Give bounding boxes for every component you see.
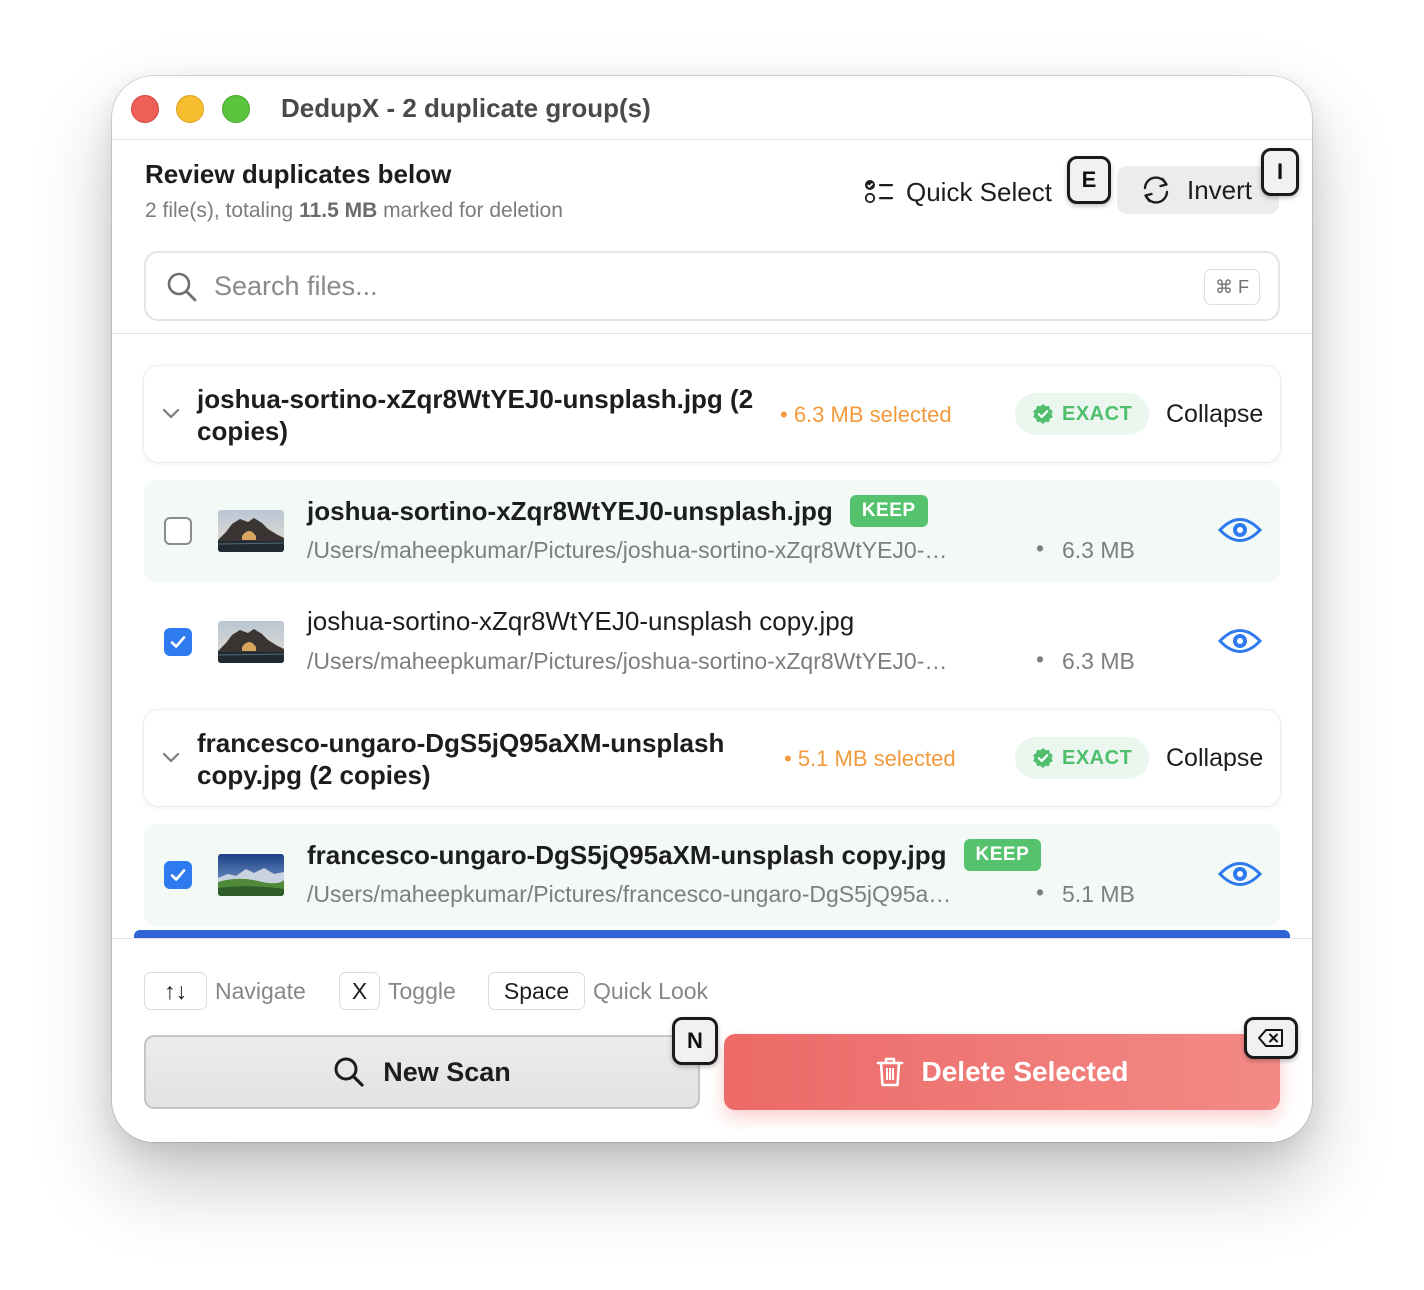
collapse-button[interactable]: Collapse bbox=[1166, 400, 1263, 429]
header-divider bbox=[112, 333, 1312, 334]
delete-selected-button[interactable]: Delete Selected bbox=[724, 1034, 1280, 1110]
collapse-button[interactable]: Collapse bbox=[1166, 744, 1263, 773]
checklist-icon bbox=[864, 180, 893, 204]
navigate-hint-label: Navigate bbox=[215, 978, 306, 1004]
window-title: DedupX - 2 duplicate group(s) bbox=[281, 93, 651, 123]
search-icon bbox=[167, 272, 197, 302]
exact-match-badge: EXACT bbox=[1015, 737, 1149, 779]
separator-dot: • bbox=[1036, 646, 1045, 672]
invert-shortcut-badge: I bbox=[1261, 148, 1299, 196]
image-thumbnail bbox=[218, 621, 284, 663]
file-size: 6.3 MB bbox=[1062, 648, 1135, 674]
file-size: 5.1 MB bbox=[1062, 881, 1135, 907]
invert-button[interactable]: Invert bbox=[1117, 166, 1279, 214]
file-checkbox[interactable] bbox=[164, 517, 192, 545]
summary-size: 11.5 MB bbox=[299, 199, 378, 222]
review-title: Review duplicates below bbox=[145, 159, 452, 189]
group-name: francesco-ungaro-DgS5jQ95aXM-unsplash co… bbox=[197, 728, 725, 790]
quick-select-button[interactable]: Quick Select bbox=[864, 174, 1052, 210]
file-checkbox[interactable] bbox=[164, 861, 192, 889]
exact-match-label: EXACT bbox=[1062, 746, 1133, 769]
eye-icon[interactable] bbox=[1218, 626, 1262, 656]
delete-selected-label: Delete Selected bbox=[921, 1056, 1129, 1087]
file-path: /Users/maheepkumar/Pictures/joshua-sorti… bbox=[307, 537, 948, 563]
toggle-key-hint: X bbox=[339, 972, 380, 1010]
file-path: /Users/maheepkumar/Pictures/francesco-un… bbox=[307, 881, 952, 907]
summary-count: 2 file(s), totaling bbox=[145, 199, 294, 222]
search-input[interactable] bbox=[214, 269, 1114, 303]
chevron-down-icon[interactable] bbox=[160, 746, 182, 768]
quick-look-hint-label: Quick Look bbox=[593, 978, 709, 1004]
file-row[interactable]: joshua-sortino-xZqr8WtYEJ0-unsplash copy… bbox=[144, 591, 1280, 693]
search-icon bbox=[334, 1057, 364, 1087]
summary-suffix: marked for deletion bbox=[383, 199, 563, 222]
group-selected-size: • 6.3 MB selected bbox=[780, 402, 952, 427]
file-name: joshua-sortino-xZqr8WtYEJ0-unsplash.jpg … bbox=[307, 495, 928, 527]
trash-icon bbox=[876, 1057, 903, 1087]
checkmark-icon bbox=[170, 869, 186, 881]
app-window: DedupX - 2 duplicate group(s) Review dup… bbox=[112, 76, 1312, 1142]
file-checkbox[interactable] bbox=[164, 628, 192, 656]
file-name-text: francesco-ungaro-DgS5jQ95aXM-unsplash co… bbox=[307, 839, 947, 870]
zoom-window-button[interactable] bbox=[222, 95, 250, 123]
title-bar: DedupX - 2 duplicate group(s) bbox=[112, 76, 1312, 140]
eye-icon[interactable] bbox=[1218, 859, 1262, 889]
new-scan-shortcut-badge: N bbox=[672, 1017, 718, 1065]
image-thumbnail bbox=[218, 510, 284, 552]
invert-label: Invert bbox=[1187, 174, 1253, 205]
close-window-button[interactable] bbox=[131, 95, 159, 123]
group-selected-size: • 5.1 MB selected bbox=[784, 746, 956, 771]
exact-match-label: EXACT bbox=[1062, 402, 1133, 425]
duplicate-group-header[interactable]: joshua-sortino-xZqr8WtYEJ0-unsplash.jpg … bbox=[144, 366, 1280, 462]
minimize-window-button[interactable] bbox=[176, 95, 204, 123]
toggle-hint-label: Toggle bbox=[388, 978, 456, 1004]
group-name: joshua-sortino-xZqr8WtYEJ0-unsplash.jpg … bbox=[197, 384, 754, 446]
duplicate-group-header[interactable]: francesco-ungaro-DgS5jQ95aXM-unsplash co… bbox=[144, 710, 1280, 806]
deletion-summary: 2 file(s), totaling 11.5 MB marked for d… bbox=[145, 199, 563, 223]
quick-look-key-hint: Space bbox=[488, 972, 585, 1010]
navigate-key-hint: ↑↓ bbox=[144, 972, 207, 1010]
separator-dot: • bbox=[1036, 535, 1045, 561]
file-name: francesco-ungaro-DgS5jQ95aXM-unsplash co… bbox=[307, 839, 1042, 871]
search-field[interactable]: ⌘ F bbox=[144, 251, 1280, 321]
quick-select-label: Quick Select bbox=[906, 176, 1052, 207]
delete-key-icon bbox=[1244, 1017, 1298, 1059]
file-name-text: joshua-sortino-xZqr8WtYEJ0-unsplash.jpg bbox=[307, 495, 833, 526]
exact-match-badge: EXACT bbox=[1015, 393, 1149, 435]
arrow-cycle-icon bbox=[1143, 176, 1169, 204]
checkmark-icon bbox=[170, 636, 186, 648]
new-scan-button[interactable]: New Scan bbox=[144, 1035, 700, 1109]
file-row[interactable]: joshua-sortino-xZqr8WtYEJ0-unsplash.jpg … bbox=[144, 480, 1280, 582]
keep-badge: KEEP bbox=[849, 495, 928, 527]
file-size: 6.3 MB bbox=[1062, 537, 1135, 563]
separator-dot: • bbox=[1036, 879, 1045, 905]
file-path: /Users/maheepkumar/Pictures/joshua-sorti… bbox=[307, 648, 948, 674]
eye-icon[interactable] bbox=[1218, 515, 1262, 545]
keep-badge: KEEP bbox=[963, 839, 1042, 871]
quick-select-shortcut-badge: E bbox=[1067, 156, 1111, 204]
image-thumbnail bbox=[218, 854, 284, 896]
file-row[interactable]: francesco-ungaro-DgS5jQ95aXM-unsplash co… bbox=[144, 824, 1280, 926]
file-name-text: joshua-sortino-xZqr8WtYEJ0-unsplash copy… bbox=[307, 606, 855, 636]
chevron-down-icon[interactable] bbox=[160, 402, 182, 424]
file-name: joshua-sortino-xZqr8WtYEJ0-unsplash copy… bbox=[307, 606, 854, 637]
new-scan-label: New Scan bbox=[383, 1056, 511, 1087]
search-shortcut-hint: ⌘ F bbox=[1204, 269, 1260, 305]
verified-badge-icon bbox=[1033, 748, 1053, 768]
verified-badge-icon bbox=[1033, 404, 1053, 424]
